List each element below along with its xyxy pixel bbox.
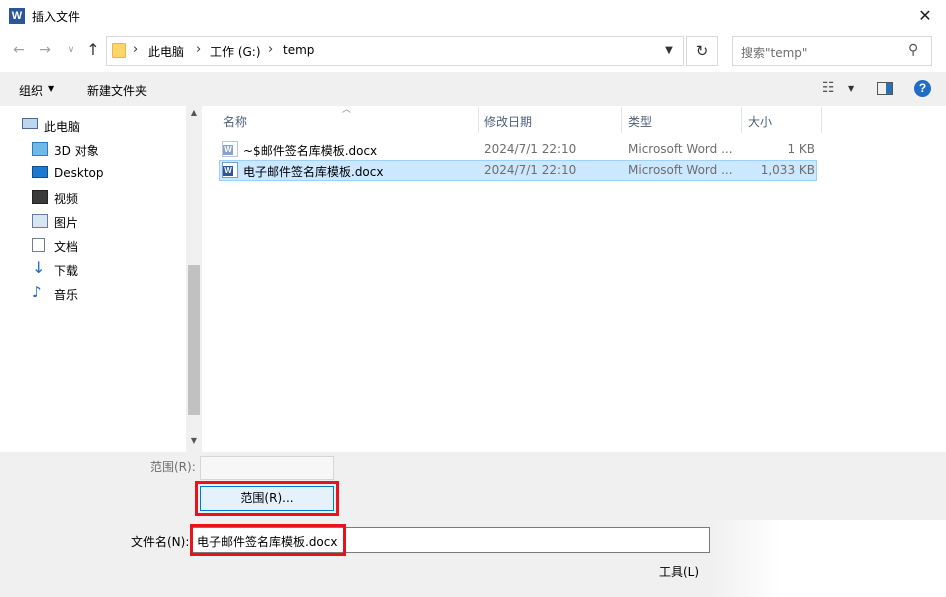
pictures-icon — [32, 214, 48, 228]
file-modified: 2024/7/1 22:10 — [484, 163, 577, 177]
breadcrumb-separator-icon: › — [268, 42, 274, 57]
sidebar-scroll-thumb[interactable] — [188, 265, 200, 415]
sidebar-item-label: 图片 — [54, 216, 79, 230]
up-arrow-icon[interactable]: ↑ — [82, 39, 104, 61]
search-icon[interactable]: ⚲ — [908, 42, 918, 58]
breadcrumb-this-pc[interactable]: 此电脑 — [148, 43, 184, 60]
file-row[interactable]: W ~$邮件签名库模板.docx 2024/7/1 22:10 Microsof… — [219, 139, 817, 160]
right-edge-fade — [710, 520, 946, 597]
sidebar-item-music[interactable]: ♪ 音乐 — [22, 282, 184, 306]
change-view-icon[interactable]: ☷ — [822, 80, 835, 96]
breadcrumb-folder[interactable]: temp — [283, 43, 314, 57]
column-header-modified[interactable]: 修改日期 — [484, 113, 532, 130]
sidebar-item-desktop[interactable]: Desktop — [22, 162, 184, 186]
address-dropdown-chevron-icon[interactable]: ▼ — [656, 38, 682, 64]
file-name: 电子邮件签名库模板.docx — [243, 165, 384, 179]
sidebar-item-label: 文档 — [54, 240, 79, 254]
documents-icon — [32, 238, 45, 252]
file-modified: 2024/7/1 22:10 — [484, 142, 577, 156]
title-bar — [0, 0, 946, 32]
range-label: 范围(R): — [150, 460, 196, 474]
breadcrumb-separator-icon: › — [196, 42, 202, 57]
highlight-frame — [190, 524, 346, 556]
word-icon: W — [9, 8, 25, 24]
sidebar-item-label: 视频 — [54, 192, 79, 206]
address-bar[interactable] — [106, 36, 684, 66]
help-icon[interactable]: ? — [914, 80, 931, 97]
music-icon: ♪ — [32, 283, 42, 301]
search-placeholder: 搜索"temp" — [741, 46, 808, 60]
sidebar-item-videos[interactable]: 视频 — [22, 186, 184, 210]
back-arrow-icon[interactable]: ← — [8, 39, 30, 61]
scroll-down-arrow-icon[interactable]: ▼ — [186, 436, 202, 450]
breadcrumb-separator-icon: › — [133, 42, 139, 57]
file-size: 1,033 KB — [760, 163, 815, 177]
video-icon — [32, 190, 48, 204]
file-row-selected[interactable]: W 电子邮件签名库模板.docx 2024/7/1 22:10 Microsof… — [219, 160, 817, 181]
file-type: Microsoft Word ... — [628, 163, 733, 177]
forward-arrow-icon[interactable]: → — [34, 39, 56, 61]
sidebar-item-label: 音乐 — [54, 288, 79, 302]
window-title: 插入文件 — [32, 10, 81, 24]
sidebar-item-pictures[interactable]: 图片 — [22, 210, 184, 234]
3d-objects-icon — [32, 142, 48, 156]
column-header-type[interactable]: 类型 — [628, 113, 652, 130]
column-divider[interactable] — [478, 107, 479, 133]
filename-label: 文件名(N): — [131, 535, 190, 549]
file-name: ~$邮件签名库模板.docx — [243, 144, 378, 158]
download-icon: ↓ — [32, 258, 46, 277]
sort-ascending-icon: ︿ — [342, 105, 352, 115]
sidebar-item-label: 此电脑 — [44, 120, 81, 134]
sidebar-item-this-pc[interactable]: 此电脑 — [12, 114, 174, 138]
sidebar-item-downloads[interactable]: ↓ 下载 — [22, 258, 184, 282]
column-divider[interactable] — [821, 107, 822, 133]
word-document-icon: W — [222, 141, 238, 157]
computer-icon — [22, 118, 38, 129]
preview-pane-icon-fill — [886, 83, 892, 94]
file-type: Microsoft Word ... — [628, 142, 733, 156]
highlight-frame — [195, 481, 339, 516]
sidebar-item-3d-objects[interactable]: 3D 对象 — [22, 138, 184, 162]
view-dropdown-caret-icon[interactable]: ▼ — [848, 84, 854, 93]
sidebar-item-label: 下载 — [54, 264, 79, 278]
desktop-icon — [32, 166, 48, 178]
column-divider[interactable] — [741, 107, 742, 133]
sidebar-item-documents[interactable]: 文档 — [22, 234, 184, 258]
range-field — [200, 456, 334, 480]
column-header-name[interactable]: 名称 — [223, 113, 247, 130]
organize-dropdown-caret-icon[interactable]: ▼ — [48, 84, 54, 93]
sidebar-item-label: Desktop — [54, 166, 104, 180]
column-divider[interactable] — [621, 107, 622, 133]
organize-button[interactable]: 组织 — [19, 82, 43, 99]
column-header-size[interactable]: 大小 — [748, 113, 772, 130]
close-button[interactable]: ✕ — [910, 2, 940, 30]
sidebar-item-label: 3D 对象 — [54, 144, 99, 158]
file-size: 1 KB — [787, 142, 815, 156]
folder-icon — [112, 43, 126, 58]
breadcrumb-drive[interactable]: 工作 (G:) — [210, 43, 261, 60]
word-document-icon: W — [222, 162, 238, 178]
tools-button[interactable]: 工具(L) — [659, 563, 699, 580]
refresh-icon[interactable]: ↻ — [686, 36, 718, 66]
recent-locations-chevron-icon[interactable]: ∨ — [60, 39, 82, 61]
scroll-up-arrow-icon[interactable]: ▲ — [186, 108, 202, 122]
new-folder-button[interactable]: 新建文件夹 — [87, 82, 147, 99]
